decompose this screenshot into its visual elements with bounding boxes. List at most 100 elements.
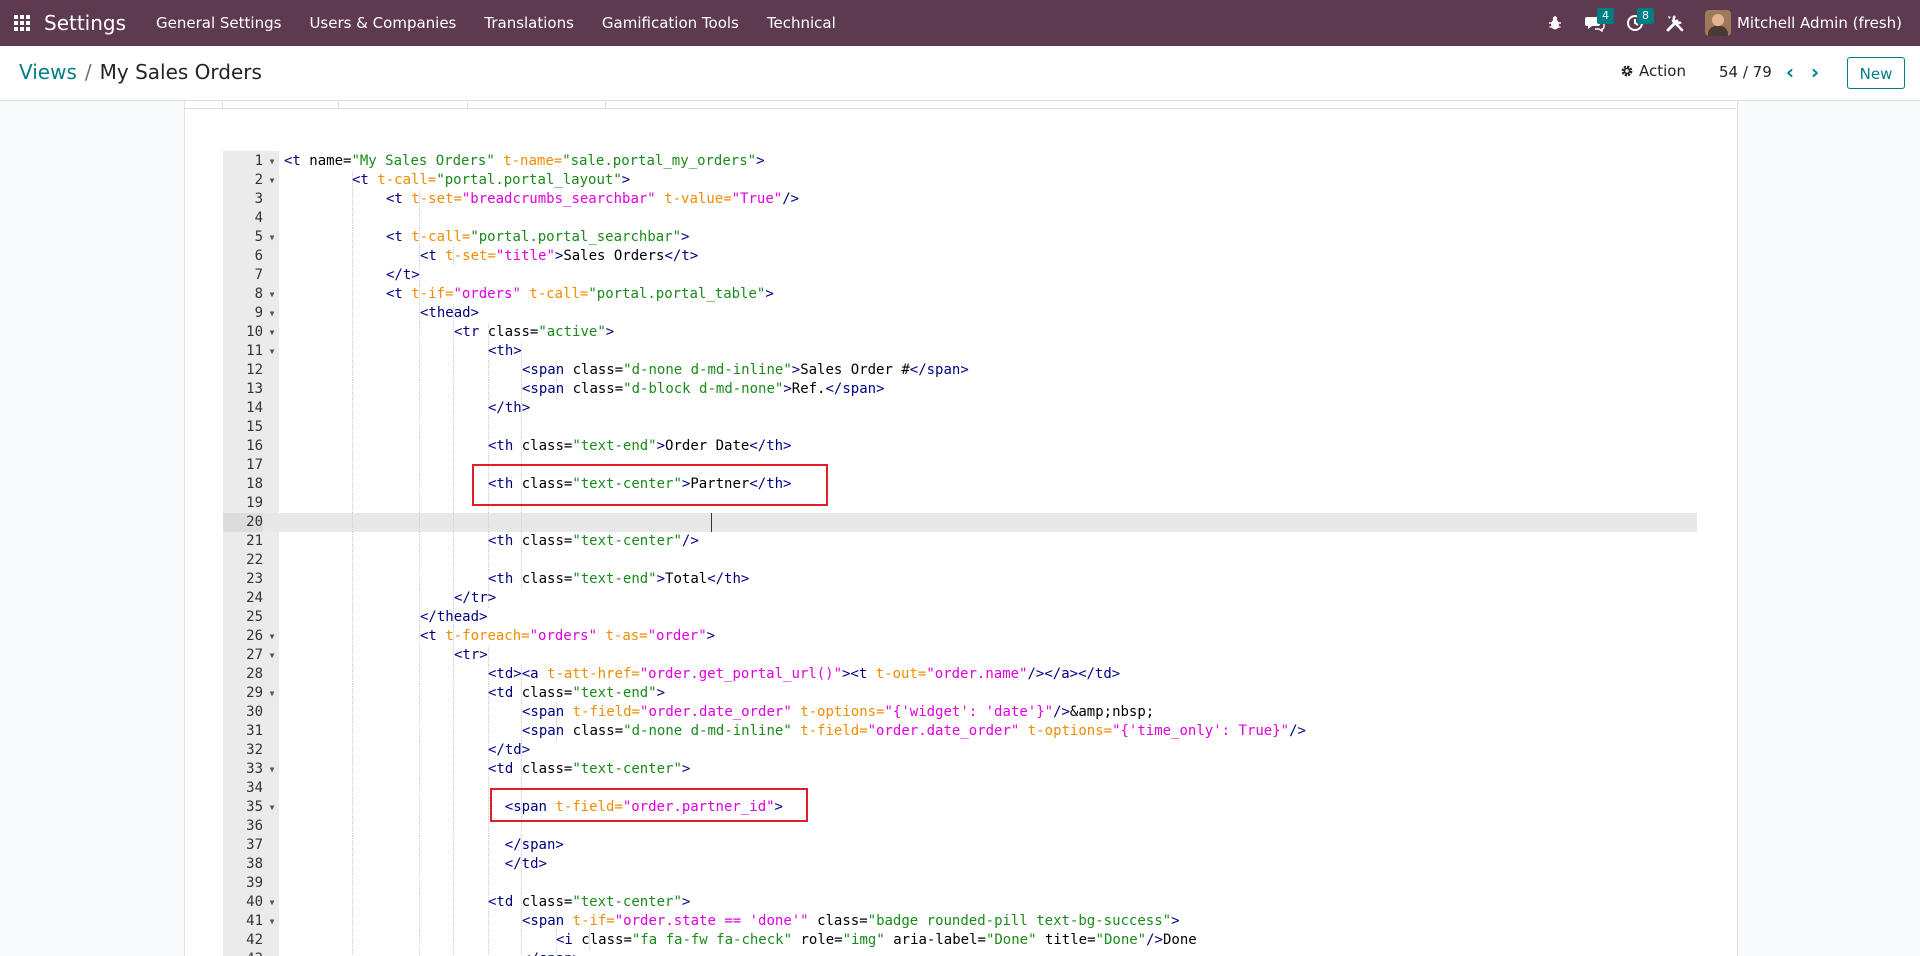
code-line[interactable]: 7 </t> (223, 266, 1697, 285)
fold-toggle-icon[interactable]: ▼ (267, 798, 277, 817)
code-line[interactable]: 38 </td> (223, 855, 1697, 874)
code-line[interactable]: 29 ▼ <td class="text-end"> (223, 684, 1697, 703)
code-line[interactable]: 40 ▼ <td class="text-center"> (223, 893, 1697, 912)
code-line[interactable]: 2 ▼ <t t-call="portal.portal_layout"> (223, 171, 1697, 190)
activity-clock-icon[interactable]: 8 (1615, 0, 1655, 46)
gear-icon (1621, 65, 1633, 77)
code-line[interactable]: 27 ▼ <tr> (223, 646, 1697, 665)
code-line[interactable]: 21 <th class="text-center"/> (223, 532, 1697, 551)
indent-guide (488, 798, 489, 817)
line-number: 20 (223, 513, 263, 532)
code-line[interactable]: 17 (223, 456, 1697, 475)
fold-toggle-icon[interactable]: ▼ (267, 684, 277, 703)
indent-guide (488, 874, 489, 893)
code-line[interactable]: 31 <span class="d-none d-md-inline" t-fie… (223, 722, 1697, 741)
chat-icon[interactable]: 4 (1575, 0, 1615, 46)
new-button[interactable]: New (1847, 57, 1905, 89)
fold-toggle-icon[interactable]: ▼ (267, 893, 277, 912)
tools-icon[interactable] (1655, 0, 1695, 46)
fold-toggle-icon[interactable]: ▼ (267, 646, 277, 665)
menu-general-settings[interactable]: General Settings (156, 14, 281, 32)
code-line[interactable]: 32 </td> (223, 741, 1697, 760)
code-line[interactable]: 34 (223, 779, 1697, 798)
code-line[interactable]: 9 ▼ <thead> (223, 304, 1697, 323)
indent-guide (352, 703, 353, 722)
fold-toggle-icon[interactable]: ▼ (267, 342, 277, 361)
code-line[interactable]: 19 (223, 494, 1697, 513)
breadcrumb-views-link[interactable]: Views (19, 60, 77, 84)
code-line[interactable]: 41 ▼ <span t-if="order.state == 'done'" cl… (223, 912, 1697, 931)
menu-users-companies[interactable]: Users & Companies (309, 14, 456, 32)
code-line[interactable]: 3 <t t-set="breadcrumbs_searchbar" t-valu… (223, 190, 1697, 209)
fold-toggle-icon[interactable]: ▼ (267, 171, 277, 190)
fold-toggle-icon[interactable]: ▼ (267, 760, 277, 779)
code-line[interactable]: 18 <th class="text-center">Partner</th> (223, 475, 1697, 494)
indent-guide (419, 323, 420, 342)
code-line[interactable]: 13 <span class="d-block d-md-none">Ref.</… (223, 380, 1697, 399)
code-line[interactable]: 10 ▼ <tr class="active"> (223, 323, 1697, 342)
code-line[interactable]: 11 ▼ <th> (223, 342, 1697, 361)
fold-toggle-icon[interactable]: ▼ (267, 627, 277, 646)
pager-previous-icon[interactable]: ‹ (1780, 60, 1800, 84)
code-line[interactable]: 26 ▼ <t t-foreach="orders" t-as="order"> (223, 627, 1697, 646)
action-menu-button[interactable]: Action (1620, 62, 1686, 80)
code-line[interactable]: 5 ▼ <t t-call="portal.portal_searchbar"> (223, 228, 1697, 247)
indent-guide (419, 399, 420, 418)
pager-next-icon[interactable]: › (1805, 60, 1825, 84)
code-line[interactable]: 25 </thead> (223, 608, 1697, 627)
code-line[interactable]: 20 (223, 513, 1697, 532)
code-line[interactable]: 15 (223, 418, 1697, 437)
code-text: <t t-call="portal.portal_searchbar"> (386, 229, 690, 245)
user-name[interactable]: Mitchell Admin (fresh) (1737, 14, 1902, 32)
code-line[interactable]: 23 <th class="text-end">Total</th> (223, 570, 1697, 589)
app-menu-icon[interactable] (0, 0, 44, 46)
code-line[interactable]: 42 <i class="fa fa-fw fa-check" role="img… (223, 931, 1697, 950)
indent-guide (419, 760, 420, 779)
code-line[interactable]: 24 </tr> (223, 589, 1697, 608)
arch-code-editor[interactable]: 1 ▼ <t name="My Sales Orders" t-name="sale… (223, 151, 1697, 956)
fold-toggle-icon[interactable]: ▼ (267, 304, 277, 323)
code-line[interactable]: 39 (223, 874, 1697, 893)
app-brand[interactable]: Settings (44, 11, 126, 35)
code-line[interactable]: 28 <td><a t-att-href="order.get_portal_ur… (223, 665, 1697, 684)
indent-guide (419, 836, 420, 855)
pager-value[interactable]: 54 / 79 (1719, 63, 1772, 81)
user-avatar[interactable] (1704, 10, 1731, 36)
fold-toggle-icon[interactable]: ▼ (267, 323, 277, 342)
indent-guide (419, 475, 420, 494)
menu-technical[interactable]: Technical (767, 14, 836, 32)
indent-guide (352, 475, 353, 494)
code-line[interactable]: 12 <span class="d-none d-md-inline">Sales… (223, 361, 1697, 380)
line-number: 40 (246, 894, 263, 910)
code-line[interactable]: 36 (223, 817, 1697, 836)
code-line[interactable]: 8 ▼ <t t-if="orders" t-call="portal.portal… (223, 285, 1697, 304)
indent-guide (352, 931, 353, 950)
code-line[interactable]: 35 ▼ <span t-field="order.partner_id"> (223, 798, 1697, 817)
fold-toggle-icon[interactable]: ▼ (267, 285, 277, 304)
code-text: <th> (488, 343, 522, 359)
fold-toggle-icon[interactable]: ▼ (267, 912, 277, 931)
menu-gamification-tools[interactable]: Gamification Tools (602, 14, 739, 32)
code-line[interactable]: 14 </th> (223, 399, 1697, 418)
code-line[interactable]: 43 </span> (223, 950, 1697, 956)
code-line[interactable]: 4 (223, 209, 1697, 228)
fold-toggle-icon[interactable]: ▼ (267, 152, 277, 171)
menu-translations[interactable]: Translations (484, 14, 574, 32)
indent-guide (488, 931, 489, 950)
indent-guide (352, 779, 353, 798)
code-line[interactable]: 1 ▼ <t name="My Sales Orders" t-name="sale… (223, 152, 1697, 171)
code-line[interactable]: 33 ▼ <td class="text-center"> (223, 760, 1697, 779)
systray: 4 8 Mitchell Admin (fresh) (1535, 0, 1920, 46)
code-line[interactable]: 16 <th class="text-end">Order Date</th> (223, 437, 1697, 456)
fold-toggle-icon[interactable]: ▼ (267, 228, 277, 247)
code-line[interactable]: 22 (223, 551, 1697, 570)
debug-bug-icon[interactable] (1535, 0, 1575, 46)
code-line[interactable]: 37 </span> (223, 836, 1697, 855)
indent-guide (419, 912, 420, 931)
indent-guide (488, 380, 489, 399)
code-line[interactable]: 6 <t t-set="title">Sales Orders</t> (223, 247, 1697, 266)
code-line[interactable]: 30 <span t-field="order.date_order" t-opt… (223, 703, 1697, 722)
line-number: 43 (223, 950, 263, 956)
indent-guide (352, 570, 353, 589)
indent-guide (352, 513, 353, 532)
